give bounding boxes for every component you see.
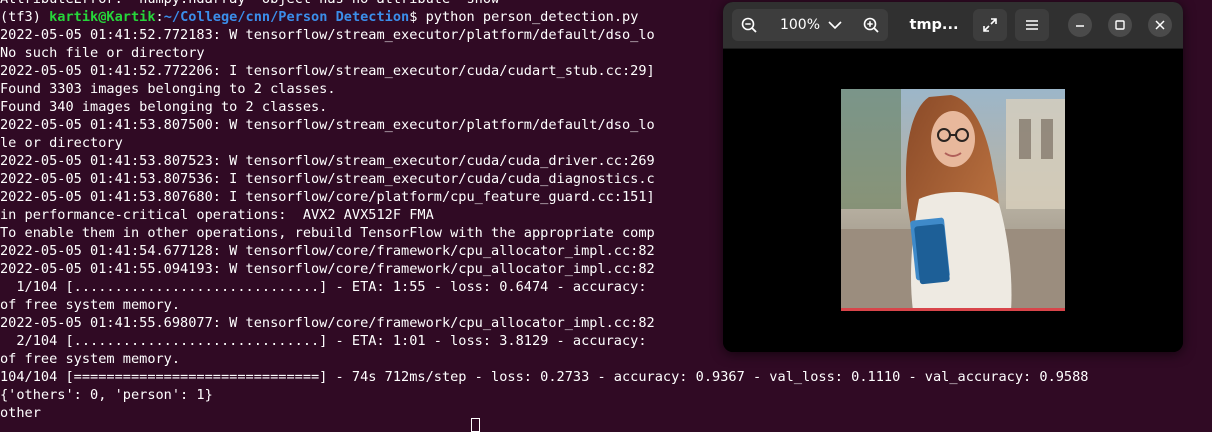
minimize-icon xyxy=(1076,25,1084,27)
close-icon xyxy=(1155,20,1165,30)
prompt-user: kartik@Kartik xyxy=(49,9,156,25)
terminal-line: other xyxy=(0,405,41,421)
image-viewer-window[interactable]: 100% tmp... xyxy=(723,2,1183,352)
fullscreen-icon xyxy=(983,18,997,32)
zoom-out-icon xyxy=(741,17,757,33)
maximize-icon xyxy=(1115,20,1125,30)
terminal-line: 104/104 [==============================]… xyxy=(0,369,1089,385)
fullscreen-button[interactable] xyxy=(973,9,1007,41)
zoom-in-button[interactable] xyxy=(854,9,888,41)
zoom-in-icon xyxy=(863,17,879,33)
prompt-command: python person_detection.py xyxy=(425,9,639,25)
main-menu-button[interactable] xyxy=(1015,9,1049,41)
terminal-cursor xyxy=(471,418,480,432)
zoom-controls: 100% xyxy=(732,9,888,41)
zoom-out-button[interactable] xyxy=(732,9,766,41)
zoom-level-dropdown[interactable]: 100% xyxy=(768,9,854,41)
viewer-headerbar[interactable]: 100% tmp... xyxy=(723,2,1183,49)
prompt-separator: : xyxy=(155,9,164,25)
hamburger-menu-icon xyxy=(1026,20,1038,30)
zoom-level-label: 100% xyxy=(779,17,821,33)
prompt-env: (tf3) xyxy=(0,9,50,25)
prompt-path: ~/College/cnn/Person Detection xyxy=(163,9,410,25)
close-button[interactable] xyxy=(1148,13,1172,37)
image-canvas[interactable] xyxy=(723,49,1183,352)
chevron-down-icon xyxy=(828,21,842,30)
minimize-button[interactable] xyxy=(1068,13,1092,37)
terminal-line: {'others': 0, 'person': 1} xyxy=(0,387,213,403)
prompt-symbol: $ xyxy=(409,9,426,25)
maximize-button[interactable] xyxy=(1108,13,1132,37)
viewer-title: tmp... xyxy=(909,17,959,33)
terminal-line: of free system memory. xyxy=(0,351,181,367)
displayed-photo xyxy=(841,89,1065,311)
